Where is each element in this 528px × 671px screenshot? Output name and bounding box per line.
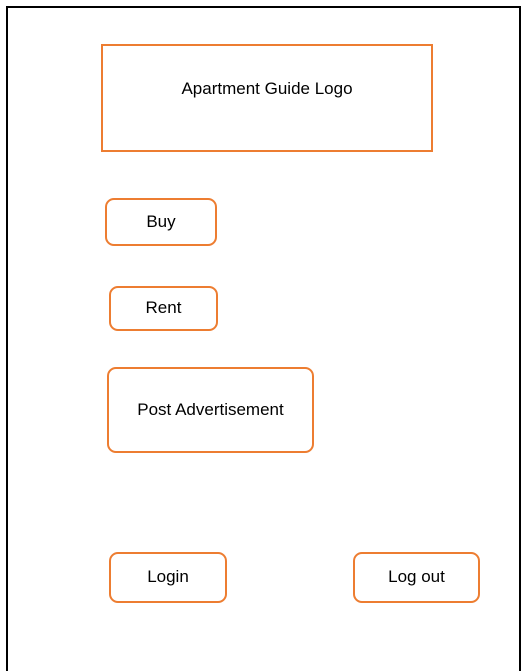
login-button-label: Login xyxy=(147,567,189,587)
post-advertisement-button-label: Post Advertisement xyxy=(137,399,284,419)
login-button[interactable]: Login xyxy=(109,552,227,603)
logout-button-label: Log out xyxy=(388,567,445,587)
rent-button-label: Rent xyxy=(145,298,182,318)
buy-button[interactable]: Buy xyxy=(105,198,217,246)
logout-button[interactable]: Log out xyxy=(353,552,480,603)
apartment-guide-logo: Apartment Guide Logo xyxy=(101,44,433,152)
post-advertisement-button[interactable]: Post Advertisement xyxy=(107,367,314,453)
buy-button-label: Buy xyxy=(146,211,176,231)
logo-text: Apartment Guide Logo xyxy=(181,79,353,98)
rent-button[interactable]: Rent xyxy=(109,286,218,331)
